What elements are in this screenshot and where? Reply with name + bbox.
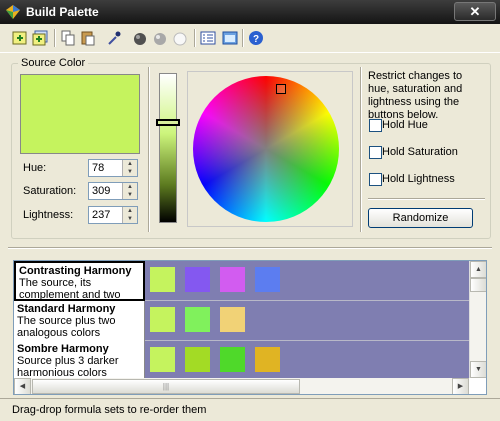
- harmony-name: Standard Harmony: [17, 303, 116, 315]
- title-bar: Build Palette ✕: [0, 0, 500, 24]
- eyedropper-icon[interactable]: [106, 30, 122, 46]
- saturation-spinner[interactable]: 309 ▲ ▼: [88, 182, 138, 200]
- status-text: Drag-drop formula sets to re-order them: [12, 404, 207, 416]
- close-button[interactable]: ✕: [454, 2, 496, 21]
- color-wheel-marker[interactable]: [276, 84, 286, 94]
- harmony-list[interactable]: Contrasting Harmony The source, its comp…: [13, 260, 487, 395]
- hold-saturation-checkbox[interactable]: [369, 146, 382, 159]
- scroll-left-icon[interactable]: ◀: [14, 378, 31, 394]
- color-swatch[interactable]: [255, 347, 280, 372]
- window-title: Build Palette: [26, 5, 99, 19]
- add-formula-icon[interactable]: [12, 30, 28, 46]
- restrict-instructions: Restrict changes to hue, saturation and …: [368, 70, 463, 121]
- harmony-name: Contrasting Harmony: [19, 265, 132, 277]
- help-icon[interactable]: ?: [248, 30, 264, 46]
- saturation-value[interactable]: 309: [92, 185, 110, 197]
- spin-up-icon[interactable]: ▲: [123, 160, 137, 168]
- spin-up-icon[interactable]: ▲: [123, 207, 137, 215]
- separator: [148, 67, 150, 232]
- lightness-label: Lightness:: [23, 209, 74, 221]
- vertical-scroll-thumb[interactable]: [470, 278, 486, 292]
- medium-sphere-icon[interactable]: [152, 30, 168, 46]
- vertical-scrollbar[interactable]: ▲ ▼: [469, 261, 486, 378]
- horizontal-scroll-thumb[interactable]: |||: [32, 379, 300, 394]
- lightness-value[interactable]: 237: [92, 209, 110, 221]
- list-item[interactable]: Sombre Harmony Source plus 3 darker harm…: [14, 341, 469, 381]
- harmony-desc: Source plus 3 darker harmonious colors: [17, 355, 119, 379]
- hold-hue-label[interactable]: Hold Hue: [382, 119, 428, 131]
- hue-label: Hue:: [23, 162, 47, 174]
- color-swatch[interactable]: [220, 347, 245, 372]
- scroll-up-icon[interactable]: ▲: [470, 261, 486, 278]
- source-color-label: Source Color: [18, 57, 89, 69]
- toolbar-separator: [242, 29, 244, 47]
- toolbar-separator: [194, 29, 196, 47]
- harmony-description[interactable]: Sombre Harmony Source plus 3 darker harm…: [14, 341, 145, 381]
- color-swatch[interactable]: [150, 347, 175, 372]
- separator: [8, 247, 492, 249]
- horizontal-scrollbar[interactable]: ◀ ||| ▶: [14, 378, 469, 394]
- svg-text:?: ?: [253, 34, 259, 45]
- scroll-right-icon[interactable]: ▶: [452, 378, 469, 394]
- hue-spin-buttons[interactable]: ▲ ▼: [122, 160, 137, 176]
- lightness-slider[interactable]: [159, 73, 177, 223]
- app-icon: [6, 5, 20, 19]
- hue-spinner[interactable]: 78 ▲ ▼: [88, 159, 138, 177]
- hold-saturation-label[interactable]: Hold Saturation: [382, 146, 458, 158]
- color-swatch[interactable]: [150, 307, 175, 332]
- hold-hue-checkbox[interactable]: [369, 119, 382, 132]
- color-swatch[interactable]: [220, 307, 245, 332]
- hold-lightness-checkbox[interactable]: [369, 173, 382, 186]
- spin-up-icon[interactable]: ▲: [123, 183, 137, 191]
- harmony-name: Sombre Harmony: [17, 343, 109, 355]
- saturation-spin-buttons[interactable]: ▲ ▼: [122, 183, 137, 199]
- harmony-description[interactable]: Contrasting Harmony The source, its comp…: [14, 261, 145, 313]
- separator: [360, 67, 362, 232]
- toolbar: ?: [0, 24, 500, 53]
- harmony-description[interactable]: Standard Harmony The source plus two ana…: [14, 301, 145, 341]
- source-color-swatch[interactable]: [20, 74, 140, 154]
- list-item[interactable]: Standard Harmony The source plus two ana…: [14, 301, 469, 341]
- randomize-button[interactable]: Randomize: [368, 208, 473, 228]
- spin-down-icon[interactable]: ▼: [123, 191, 137, 199]
- dark-sphere-icon[interactable]: [132, 30, 148, 46]
- harmony-swatches: [145, 341, 469, 381]
- lightness-slider-thumb[interactable]: [156, 119, 180, 126]
- color-wheel[interactable]: [193, 76, 339, 222]
- light-sphere-icon[interactable]: [172, 30, 188, 46]
- color-swatch[interactable]: [185, 347, 210, 372]
- hue-value[interactable]: 78: [92, 162, 104, 174]
- lightness-spinner[interactable]: 237 ▲ ▼: [88, 206, 138, 224]
- color-swatch[interactable]: [220, 267, 245, 292]
- lightness-spin-buttons[interactable]: ▲ ▼: [122, 207, 137, 223]
- scroll-down-icon[interactable]: ▼: [470, 361, 486, 378]
- hold-lightness-label[interactable]: Hold Lightness: [382, 173, 455, 185]
- harmony-swatches: [145, 261, 469, 301]
- add-multiple-icon[interactable]: [32, 30, 48, 46]
- separator: [368, 198, 485, 200]
- color-swatch[interactable]: [255, 267, 280, 292]
- color-swatch[interactable]: [150, 267, 175, 292]
- color-swatch[interactable]: [185, 307, 210, 332]
- list-item[interactable]: Contrasting Harmony The source, its comp…: [14, 261, 469, 313]
- toolbar-separator: [54, 29, 56, 47]
- preview-icon[interactable]: [222, 30, 238, 46]
- saturation-label: Saturation:: [23, 185, 77, 197]
- harmony-swatches: [145, 301, 469, 341]
- harmony-desc: The source plus two analogous colors: [17, 315, 116, 339]
- paste-icon[interactable]: [80, 30, 96, 46]
- spin-down-icon[interactable]: ▼: [123, 168, 137, 176]
- spin-down-icon[interactable]: ▼: [123, 215, 137, 223]
- list-view-icon[interactable]: [200, 30, 216, 46]
- color-swatch[interactable]: [185, 267, 210, 292]
- copy-icon[interactable]: [60, 30, 76, 46]
